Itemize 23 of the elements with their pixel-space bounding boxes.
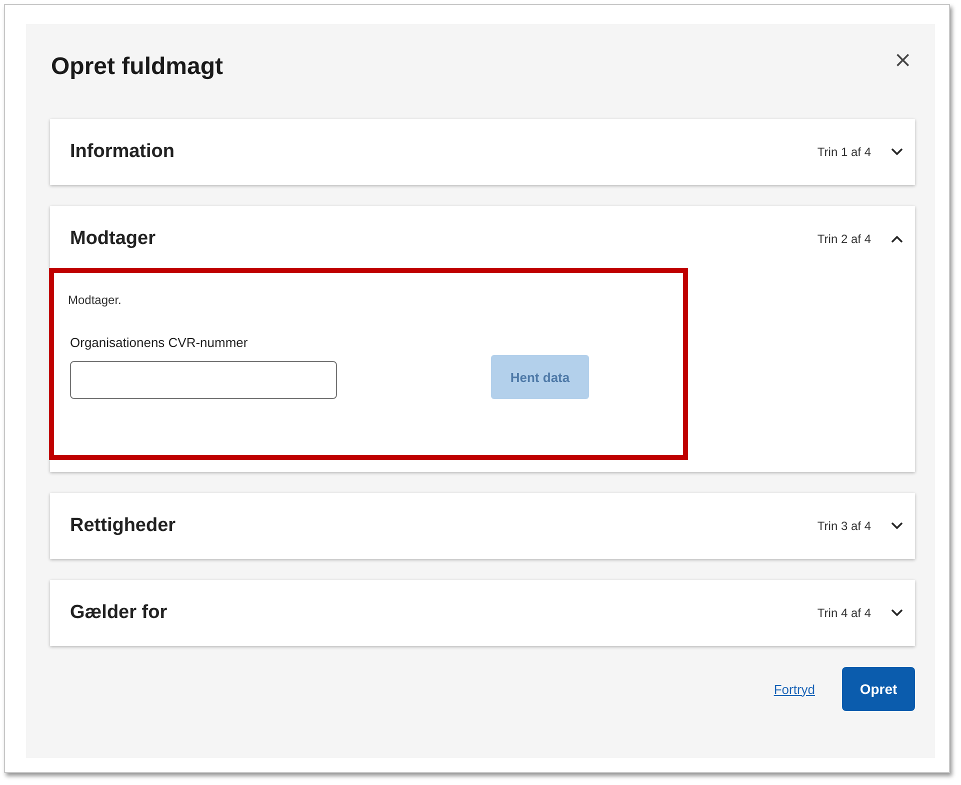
- section-title: Gælder for: [70, 602, 168, 624]
- chevron-up-icon: [891, 235, 903, 243]
- step-label: Trin 2 af 4: [817, 232, 871, 246]
- section-title: Modtager: [70, 228, 156, 250]
- step-label: Trin 3 af 4: [817, 519, 871, 533]
- step-label: Trin 4 af 4: [817, 606, 871, 620]
- accordion-header[interactable]: Gælder for Trin 4 af 4: [50, 580, 915, 646]
- step-label: Trin 1 af 4: [817, 145, 871, 159]
- accordion-header[interactable]: Information Trin 1 af 4: [50, 119, 915, 185]
- chevron-down-icon: [891, 148, 903, 156]
- chevron-down-icon: [891, 609, 903, 617]
- input-field[interactable]: [70, 361, 337, 399]
- submit-button[interactable]: Opret: [842, 667, 915, 711]
- section-title: Rettigheder: [70, 515, 177, 537]
- cancel-link[interactable]: Fortryd: [774, 682, 815, 696]
- close-button[interactable]: ×: [890, 48, 916, 73]
- dialog-title: Opret fuldmagt: [51, 53, 223, 81]
- accordion-header[interactable]: Rettigheder Trin 3 af 4: [50, 493, 915, 559]
- section-title: Information: [70, 141, 176, 163]
- chevron-down-icon: [891, 522, 903, 530]
- section-description: Modtager.: [68, 293, 122, 307]
- field-label: Organisationens CVR-nummer: [70, 335, 249, 350]
- accordion-header[interactable]: Modtager Trin 2 af 4: [50, 206, 915, 272]
